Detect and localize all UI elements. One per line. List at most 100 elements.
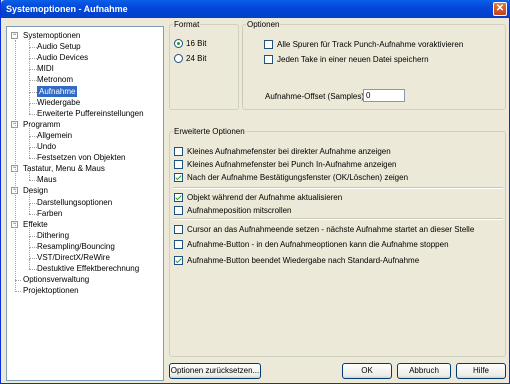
tree-connector xyxy=(29,203,30,214)
tree-item[interactable]: Undo xyxy=(37,141,56,152)
radio-16bit[interactable] xyxy=(174,39,183,48)
tree-item[interactable]: Design xyxy=(23,185,48,196)
tree-connector xyxy=(29,125,30,137)
title-bar[interactable]: Systemoptionen - Aufnahme ✕ xyxy=(1,0,510,18)
tree-connector xyxy=(29,58,37,60)
tree-item[interactable]: Effekte xyxy=(23,219,48,230)
tree-item[interactable]: Farben xyxy=(37,208,62,219)
tree-item[interactable]: MIDI xyxy=(37,63,54,74)
tree-connector xyxy=(29,258,37,259)
advanced-checkbox[interactable] xyxy=(174,225,183,234)
reset-button[interactable]: Optionen zurücksetzen... xyxy=(169,363,261,379)
tree-connector xyxy=(29,70,30,82)
tree-connector xyxy=(29,135,37,137)
advanced-checkbox[interactable] xyxy=(174,147,183,156)
tree-connector xyxy=(29,236,30,248)
tree-connector xyxy=(29,47,37,49)
tree-item[interactable]: Systemoptionen xyxy=(23,30,80,41)
tree-connector xyxy=(15,291,21,293)
tree-connector xyxy=(29,202,37,204)
tree-connector xyxy=(29,180,37,182)
tree-item[interactable]: Darstellungsoptionen xyxy=(37,197,112,208)
ok-button[interactable]: OK xyxy=(342,363,392,379)
tree-item[interactable]: Metronom xyxy=(37,74,73,85)
tree-connector xyxy=(29,103,30,114)
advanced-checkbox[interactable] xyxy=(174,160,183,169)
tree-connector xyxy=(29,69,37,71)
tree-connector xyxy=(29,259,30,270)
advanced-checkbox-label: Aufnahmeposition mitscrollen xyxy=(187,206,292,215)
tree-connector xyxy=(29,158,37,160)
tree-item[interactable]: VST/DirectX/ReWire xyxy=(37,252,110,263)
label-neue-datei: Jeden Take in einer neuen Datei speicher… xyxy=(277,55,429,64)
radio-24bit[interactable] xyxy=(174,54,183,63)
tree-item[interactable]: Audio Setup xyxy=(37,41,81,52)
dialog-window: Systemoptionen - Aufnahme ✕ − Systemoptio… xyxy=(0,0,510,384)
advanced-checkbox-label: Kleines Aufnahmefenster bei direkter Auf… xyxy=(187,147,391,156)
tree-connector xyxy=(29,248,30,260)
optionen-divider xyxy=(242,33,243,103)
tree-connector xyxy=(29,91,37,93)
tree-connector xyxy=(29,37,30,49)
advanced-checkbox-label: Nach der Aufnahme Bestätigungsfenster (O… xyxy=(187,173,409,182)
tree-item[interactable]: Tastatur, Menu & Maus xyxy=(23,163,105,174)
separator-1 xyxy=(173,187,503,189)
tree-connector xyxy=(29,92,30,104)
window-title: Systemoptionen - Aufnahme xyxy=(6,4,128,14)
tree-item[interactable]: Allgemein xyxy=(37,130,72,141)
format-group: Format xyxy=(169,20,239,110)
offset-label: Aufnahme-Offset (Samples): xyxy=(265,92,367,101)
advanced-checkbox[interactable] xyxy=(174,240,183,249)
tree-item[interactable]: Projektoptionen xyxy=(23,285,79,296)
tree-connector xyxy=(15,40,16,291)
separator-2 xyxy=(173,218,503,220)
tree-item[interactable]: Resampling/Bouncing xyxy=(37,241,115,252)
tree-connector xyxy=(29,81,30,93)
tree-item[interactable]: Erweiterte Puffereinstellungen xyxy=(37,108,144,119)
tree-connector xyxy=(29,59,30,71)
tree-item[interactable]: Aufnahme xyxy=(37,85,78,97)
advanced-checkbox-label: Aufnahme-Button beendet Wiedergabe nach … xyxy=(187,256,420,265)
tree-connector xyxy=(29,235,37,237)
advanced-checkbox-label: Cursor an das Aufnahmeende setzen - näch… xyxy=(187,225,475,234)
advanced-checkbox[interactable] xyxy=(174,206,183,215)
label-voraktivieren: Alle Spuren für Track Punch-Aufnahme vor… xyxy=(277,40,464,49)
tree-connector xyxy=(29,213,37,215)
tree-connector xyxy=(29,192,30,204)
tree-connector xyxy=(29,269,37,271)
checkbox-neue-datei[interactable] xyxy=(264,55,273,64)
tree-item[interactable]: Optionsverwaltung xyxy=(23,274,89,285)
close-icon[interactable]: ✕ xyxy=(493,2,507,16)
help-button[interactable]: Hilfe xyxy=(456,363,506,379)
advanced-checkbox[interactable] xyxy=(174,173,183,182)
tree-item[interactable]: Festsetzen von Objekten xyxy=(37,152,126,163)
optionen-legend: Optionen xyxy=(247,20,280,29)
advanced-checkbox-label: Kleines Aufnahmefenster bei Punch In-Auf… xyxy=(187,160,397,169)
offset-input[interactable]: 0 xyxy=(363,89,405,102)
tree-item[interactable]: Destuktive Effektberechnung xyxy=(37,263,139,274)
tree-connector xyxy=(29,80,37,82)
radio-16bit-label: 16 Bit xyxy=(186,39,207,48)
tree-connector xyxy=(29,137,30,149)
tree-connector xyxy=(29,113,37,115)
tree-connector xyxy=(29,246,37,248)
tree-item[interactable]: Dithering xyxy=(37,230,69,241)
advanced-checkbox-label: Aufnahme-Button - in den Aufnahmeoptione… xyxy=(187,240,449,249)
tree-item[interactable]: Audio Devices xyxy=(37,52,88,63)
advanced-checkbox-label: Objekt während der Aufnahme aktualisiere… xyxy=(187,193,343,202)
tree-expander-icon[interactable]: − xyxy=(11,32,18,39)
checkbox-voraktivieren[interactable] xyxy=(264,40,273,49)
tree-connector xyxy=(29,170,30,181)
tree-connector xyxy=(29,48,30,60)
tree-connector xyxy=(29,148,30,159)
tree-item[interactable]: Maus xyxy=(37,174,57,185)
tree-item[interactable]: Wiedergabe xyxy=(37,97,80,108)
erweitert-legend: Erweiterte Optionen xyxy=(174,127,245,136)
tree-connector xyxy=(29,147,37,148)
radio-24bit-label: 24 Bit xyxy=(186,54,207,63)
tree-connector xyxy=(29,225,30,237)
advanced-checkbox[interactable] xyxy=(174,193,183,202)
options-tree[interactable]: − Systemoptionen Audio Setup Audio Devices M… xyxy=(6,26,164,381)
cancel-button[interactable]: Abbruch xyxy=(397,363,451,379)
advanced-checkbox[interactable] xyxy=(174,256,183,265)
